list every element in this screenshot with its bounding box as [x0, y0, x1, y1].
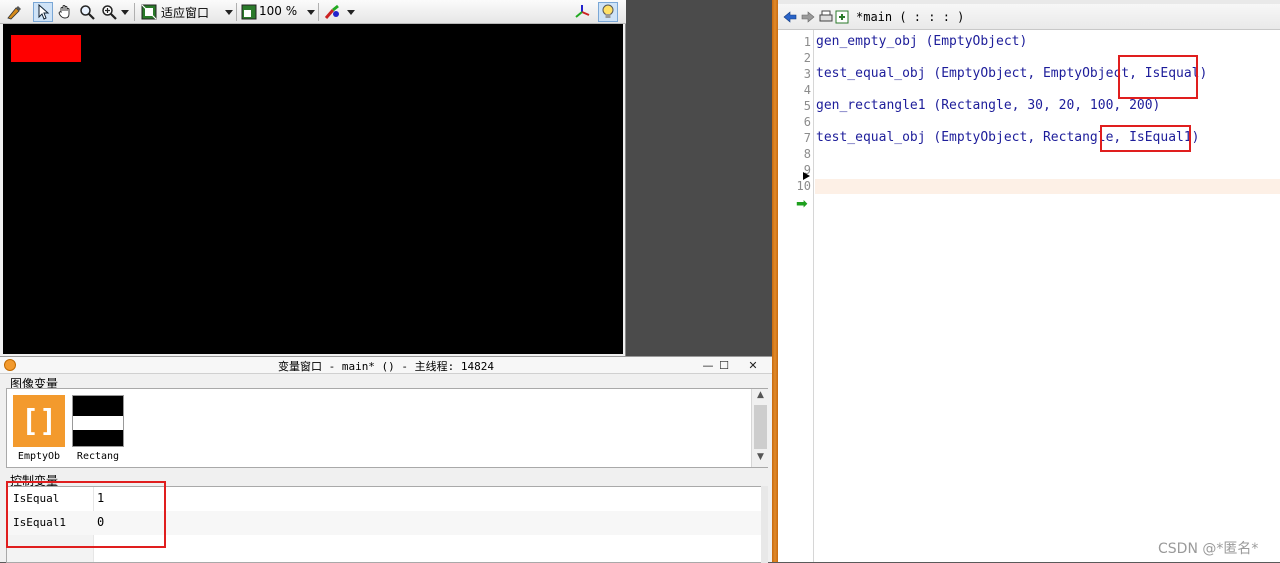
current-line-highlight: [815, 179, 1280, 194]
line-number: 10: [796, 179, 811, 193]
scroll-up-icon[interactable]: ▲: [752, 390, 769, 404]
line-number: 2: [803, 51, 811, 65]
print-icon[interactable]: [816, 7, 836, 27]
highlight-box: [1100, 125, 1191, 152]
chevron-down-icon[interactable]: [121, 10, 129, 15]
zoom-icon[interactable]: [99, 2, 119, 22]
empty-object-icon: []: [13, 395, 65, 447]
variable-window: 变量窗口 - main* () - 主线程: 14824 — ☐ ✕ 图像变量 …: [0, 356, 772, 563]
maximize-button[interactable]: ☐: [713, 357, 735, 373]
image-var-label: Rectang: [76, 451, 120, 462]
line-number: 5: [803, 99, 811, 113]
vertical-scrollbar[interactable]: ▲ ▼: [751, 389, 768, 467]
procedure-tab[interactable]: *main ( : : : ): [856, 10, 964, 24]
procedure-icon[interactable]: [834, 7, 850, 27]
line-number: 7: [803, 131, 811, 145]
program-counter-icon: [803, 172, 810, 180]
line-number: 8: [803, 147, 811, 161]
back-arrow-icon[interactable]: [780, 7, 800, 27]
line-number: 6: [803, 115, 811, 129]
image-canvas[interactable]: [3, 24, 623, 354]
program-editor: *main ( : : : ) 1 2 3 4 5 6 7 8 9 10 ➡ g…: [778, 0, 1280, 562]
variable-window-titlebar[interactable]: 变量窗口 - main* () - 主线程: 14824 — ☐ ✕: [0, 357, 772, 374]
line-number: 4: [803, 83, 811, 97]
image-var-rectangle[interactable]: Rectang: [70, 393, 126, 465]
background-area: [626, 0, 774, 356]
vertical-scrollbar[interactable]: [761, 486, 768, 563]
line-number: 3: [803, 67, 811, 81]
close-button[interactable]: ✕: [742, 357, 764, 373]
watermark: CSDN @*匿名*: [1158, 541, 1259, 557]
fit-window-icon[interactable]: [139, 2, 159, 22]
insert-cursor-arrow-icon: ➡: [796, 196, 808, 212]
zoom-percent-label[interactable]: 100 %: [259, 4, 297, 18]
lightbulb-icon[interactable]: [598, 2, 618, 22]
chevron-down-icon[interactable]: [347, 10, 355, 15]
graphics-window: 适应窗口 100 %: [0, 0, 626, 356]
highlight-box: [6, 481, 166, 548]
magnifier-icon[interactable]: [77, 2, 97, 22]
chevron-down-icon[interactable]: [307, 10, 315, 15]
editor-toolbar: *main ( : : : ): [778, 4, 1280, 30]
pointer-icon[interactable]: [33, 2, 53, 22]
window-title: 变量窗口 - main* () - 主线程: 14824: [277, 360, 495, 373]
hand-icon[interactable]: [55, 2, 75, 22]
line-number-gutter: 1 2 3 4 5 6 7 8 9 10: [778, 30, 814, 562]
axes-icon[interactable]: [572, 2, 592, 22]
scrollbar-thumb[interactable]: [754, 405, 767, 449]
highlight-box: [1118, 55, 1198, 99]
zoom-percent-icon[interactable]: [239, 2, 259, 22]
line-number: 1: [803, 35, 811, 49]
image-var-emptyobject[interactable]: [] EmptyOb: [11, 393, 67, 465]
graphics-toolbar: 适应窗口 100 %: [0, 0, 626, 24]
color-tools-icon[interactable]: [323, 2, 343, 22]
rectangle-image-icon: [72, 395, 124, 447]
forward-arrow-icon[interactable]: [798, 7, 818, 27]
fit-window-label[interactable]: 适应窗口: [161, 4, 209, 21]
image-var-label: EmptyOb: [17, 451, 61, 462]
scroll-down-icon[interactable]: ▼: [752, 452, 769, 466]
code-line[interactable]: gen_empty_obj (EmptyObject): [816, 34, 1027, 49]
brush-icon[interactable]: [4, 2, 24, 22]
image-variables-panel: [] EmptyOb Rectang ▲ ▼: [6, 388, 768, 468]
chevron-down-icon[interactable]: [225, 10, 233, 15]
rectangle-region: [11, 35, 81, 62]
code-line[interactable]: gen_rectangle1 (Rectangle, 30, 20, 100, …: [816, 98, 1160, 113]
